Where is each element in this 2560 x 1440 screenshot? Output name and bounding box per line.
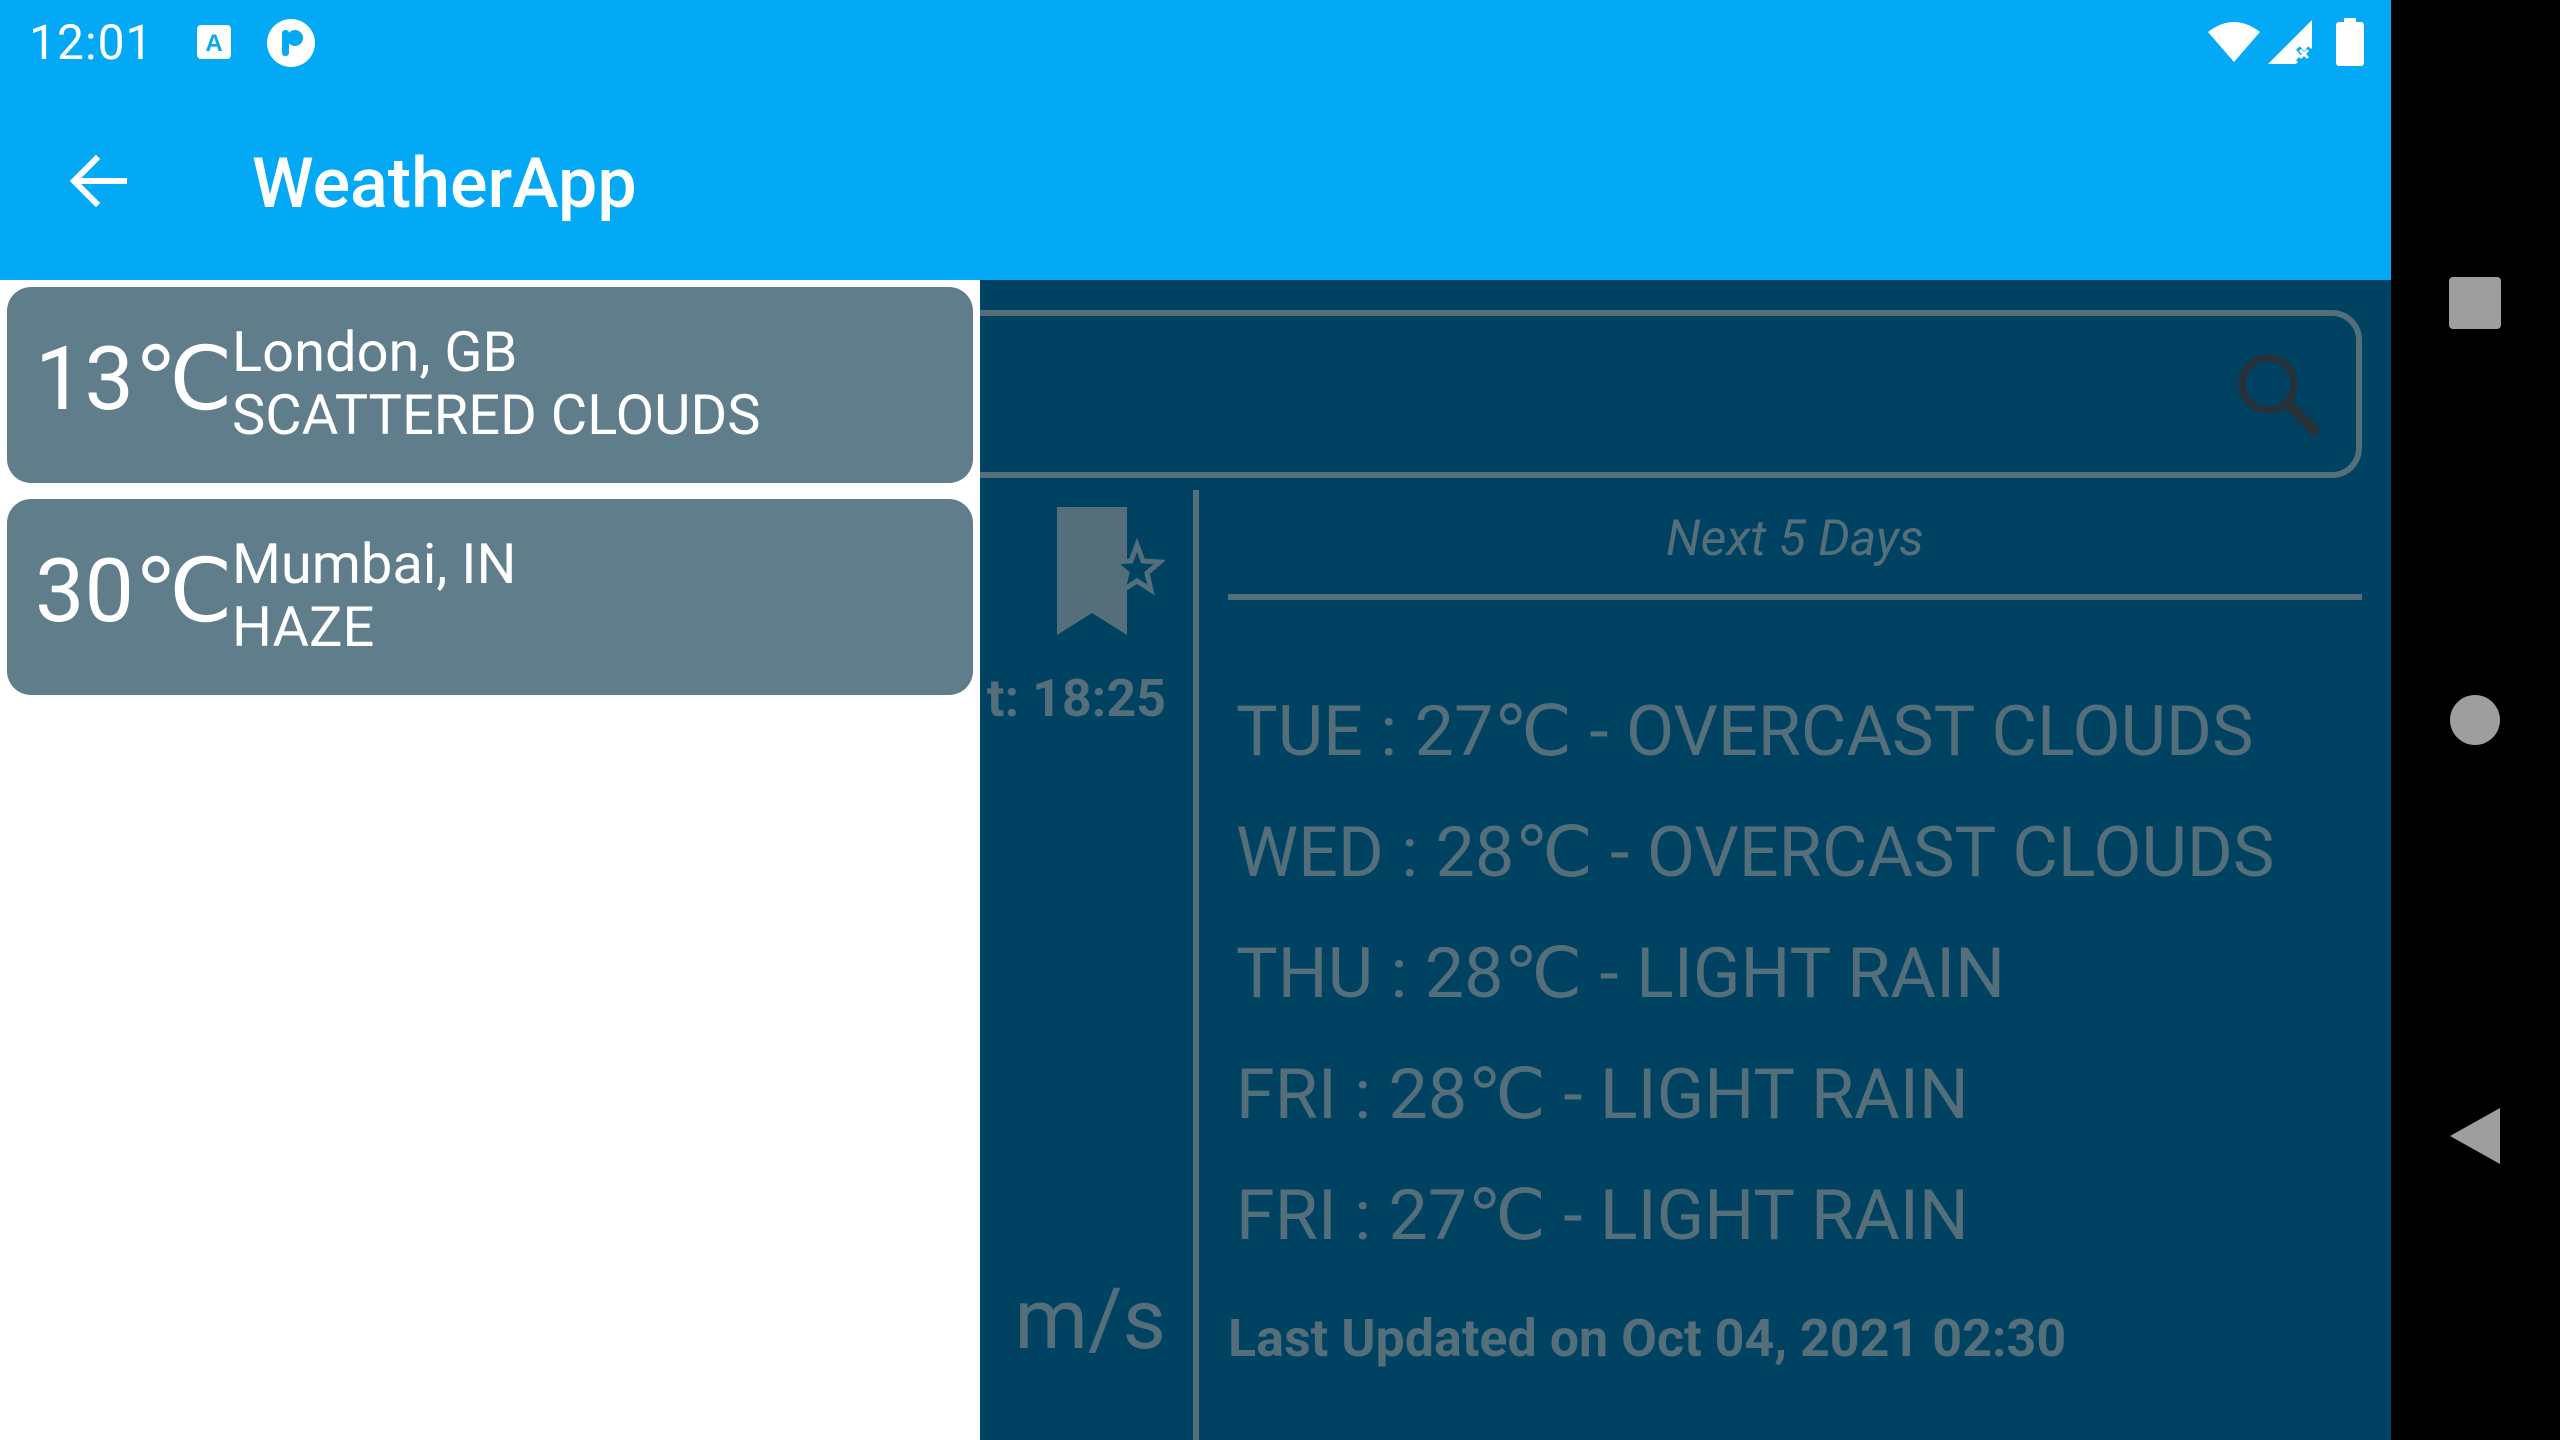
city-card-mumbai[interactable]: 30℃ Mumbai, IN HAZE <box>7 499 973 695</box>
forecast-item: WED : 28℃ - OVERCAST CLOUDS <box>1236 812 2275 894</box>
recents-icon[interactable] <box>2449 277 2501 329</box>
city-description: HAZE <box>232 594 375 660</box>
back-triangle-icon[interactable] <box>2446 1106 2502 1166</box>
forecast-divider <box>1228 594 2362 600</box>
city-name: London, GB <box>232 319 518 385</box>
app-title: WeatherApp <box>252 143 637 225</box>
pocket-p-icon <box>267 19 315 67</box>
text-a-icon: A <box>197 25 231 59</box>
forecast-title: Next 5 Days <box>1666 510 1924 568</box>
forecast-item: FRI : 27℃ - LIGHT RAIN <box>1236 1175 1969 1257</box>
back-button[interactable] <box>50 133 146 229</box>
wind-unit: m/s <box>1014 1270 1166 1369</box>
city-name: Mumbai, IN <box>232 531 517 597</box>
saved-cities-panel: 13℃ London, GB SCATTERED CLOUDS 30℃ Mumb… <box>0 280 980 1440</box>
status-bar: 12:01 A <box>0 0 2391 83</box>
arrow-back-icon <box>69 154 127 208</box>
app-window: 12:01 A WeatherApp t: 18:25 m/s Next 5 D… <box>0 0 2391 1440</box>
search-icon[interactable] <box>2234 350 2320 436</box>
city-temp: 30℃ <box>35 540 233 643</box>
city-description: SCATTERED CLOUDS <box>232 382 761 448</box>
city-temp: 13℃ <box>35 328 233 431</box>
status-time: 12:01 <box>29 14 154 71</box>
wifi-icon <box>2208 22 2260 62</box>
signal-icon <box>2268 20 2312 64</box>
forecast-item: THU : 28℃ - LIGHT RAIN <box>1236 933 2006 1015</box>
forecast-item: TUE : 27℃ - OVERCAST CLOUDS <box>1236 691 2254 773</box>
forecast-item: FRI : 28℃ - LIGHT RAIN <box>1236 1054 1969 1136</box>
svg-text:A: A <box>205 30 222 57</box>
bookmark-star-icon[interactable] <box>1055 505 1165 640</box>
app-toolbar: WeatherApp <box>0 83 2391 280</box>
battery-icon <box>2336 18 2364 66</box>
last-updated: Last Updated on Oct 04, 2021 02:30 <box>1228 1308 2067 1369</box>
city-card-london[interactable]: 13℃ London, GB SCATTERED CLOUDS <box>7 287 973 483</box>
vertical-divider <box>1193 490 1199 1440</box>
forecast-list: TUE : 27℃ - OVERCAST CLOUDS WED : 28℃ - … <box>1236 672 2274 1277</box>
home-icon[interactable] <box>2450 695 2500 745</box>
